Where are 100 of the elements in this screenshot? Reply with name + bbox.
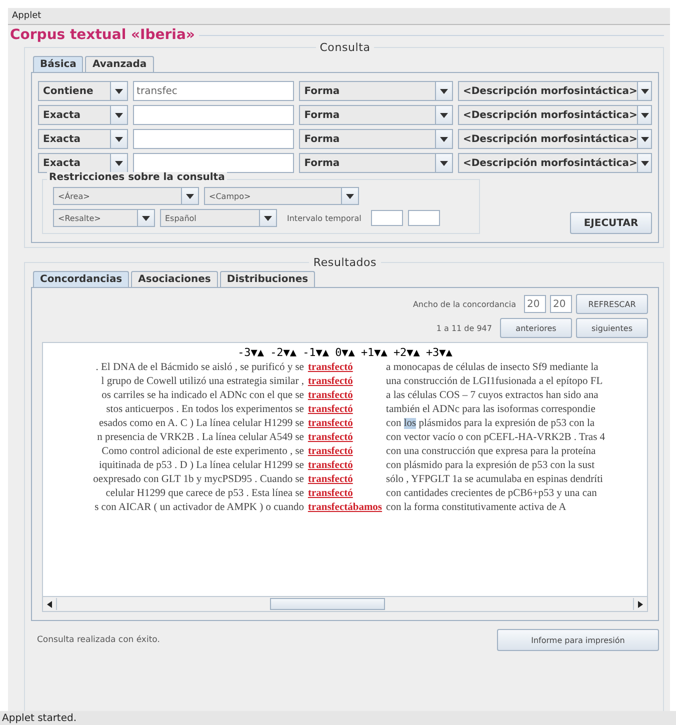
right-context: a las células COS – 7 cuyos extractos han sido ana (386, 390, 600, 401)
next-button[interactable]: siguientes (576, 318, 648, 338)
left-context: n presencia de VRK2B . La línea celular A549 se (97, 432, 304, 443)
caret-icon (640, 136, 649, 142)
keyword-link[interactable]: transfectó (308, 390, 382, 401)
dropdown[interactable]: <Resalte> (53, 209, 155, 227)
input-field[interactable]: 20 (524, 295, 546, 313)
left-context: iquitinada de p53 . D ) La línea celular H1299 se (98, 460, 304, 471)
left-context: oexpresado con GLT 1b y mycPSD95 . Cuando se (93, 474, 304, 485)
caret-icon (114, 112, 123, 118)
right-context: con los plásmidos para la expresión de p53 con la (386, 418, 596, 429)
report-button[interactable]: Informe para impresión (497, 629, 659, 651)
right-context: con vector vacío o con pCEFL-HA-VRK2B . Tras 4 (386, 432, 606, 443)
right-context: a monocapas de células de insecto Sf9 mediante la (386, 362, 600, 373)
caret-icon (440, 160, 448, 166)
left-context: s con AICAR ( un activador de AMPK ) o cuando (94, 502, 304, 513)
tab[interactable]: Distribuciones (220, 271, 316, 287)
right-context: una construcción de LGI1fusionada a el epítopo FL (386, 376, 604, 387)
input-field[interactable] (132, 105, 294, 125)
right-context: con plásmido para la expresión de p53 con la sust (386, 460, 596, 471)
keyword-link[interactable]: transfectó (308, 488, 382, 499)
caret-icon (114, 160, 123, 166)
status-message: Consulta realizada con éxito. (37, 635, 160, 645)
input-field[interactable] (371, 210, 404, 226)
caret-icon (114, 136, 123, 142)
keyword-link[interactable]: transfectó (308, 362, 382, 373)
right-context: también el ADNc para las isoformas correspondie (386, 404, 596, 415)
input-field[interactable] (132, 153, 294, 173)
dropdown[interactable]: <Descripción morfosintáctica> (458, 153, 652, 173)
keyword-link[interactable]: transfectábamos (308, 502, 382, 513)
dropdown[interactable]: Forma (299, 81, 453, 101)
caret-icon (440, 88, 448, 94)
caret-icon (264, 216, 272, 220)
sort-control[interactable]: 0▼▲ (335, 346, 355, 359)
tab[interactable]: Concordancias (33, 271, 130, 287)
right-context: con la forma constitutivamente activa de A (386, 502, 568, 513)
keyword-link[interactable]: transfectó (308, 404, 382, 415)
status-text: Applet started. (2, 712, 77, 724)
caret-icon (640, 160, 649, 166)
dropdown[interactable]: <Descripción morfosintáctica> (458, 129, 652, 149)
interval-label: Intervalo temporal (287, 214, 362, 222)
input-field[interactable] (408, 210, 440, 226)
keyword-link[interactable]: transfectó (308, 432, 382, 443)
dropdown[interactable]: Exacta (38, 129, 128, 149)
sort-control[interactable]: -3▼▲ (238, 346, 264, 359)
dropdown[interactable]: <Campo> (204, 187, 359, 205)
caret-icon (142, 216, 150, 220)
app-title: Corpus textual «Iberia» (10, 27, 195, 43)
sort-control[interactable]: +2▼▲ (393, 346, 420, 359)
right-context: sólo , YFPGLT 1a se acumulaba en espinas dendríti (386, 474, 604, 485)
input-field[interactable] (132, 129, 294, 149)
dropdown[interactable]: Forma (299, 105, 453, 125)
dropdown[interactable]: Exacta (38, 105, 128, 125)
dropdown[interactable]: Contiene (38, 81, 128, 101)
tab[interactable]: Asociaciones (131, 271, 218, 287)
left-context: l grupo de Cowell utilizó una estrategia similar , (101, 376, 304, 387)
refresh-button[interactable]: REFRESCAR (576, 294, 648, 314)
right-context: con cantidades crecientes de pCB6+p53 y una can (386, 488, 598, 499)
dropdown[interactable]: Exacta (38, 153, 128, 173)
sort-control[interactable]: +3▼▲ (426, 346, 452, 359)
keyword-link[interactable]: transfectó (308, 460, 382, 471)
run-button[interactable]: EJECUTAR (570, 212, 652, 234)
sort-control[interactable]: +1▼▲ (360, 346, 388, 359)
scrollbar[interactable] (43, 596, 647, 611)
tab[interactable]: Avanzada (85, 56, 154, 72)
input-field[interactable]: transfec (132, 81, 294, 101)
tab[interactable]: Básica (33, 56, 84, 72)
section-title: Consulta (316, 41, 374, 54)
right-arrow-icon (638, 600, 643, 608)
caret-icon (640, 88, 649, 94)
menu-item[interactable]: Applet (12, 11, 42, 21)
left-context: celular H1299 que carece de p53 . Esta línea se (106, 488, 304, 499)
left-context: os carriles se ha indicado el ADNc con el que se (102, 390, 304, 401)
input-field[interactable]: 20 (550, 295, 572, 313)
keyword-link[interactable]: transfectó (308, 418, 382, 429)
caret-icon (640, 112, 649, 118)
sort-control[interactable]: -1▼▲ (302, 346, 330, 359)
caret-icon (440, 136, 448, 142)
caret-icon (440, 112, 448, 118)
dropdown[interactable]: <Descripción morfosintáctica> (458, 81, 652, 101)
keyword-link[interactable]: transfectó (308, 474, 382, 485)
sort-control[interactable]: -2▼▲ (270, 346, 297, 359)
previous-button[interactable]: anteriores (500, 318, 572, 338)
dropdown[interactable]: Español (160, 209, 277, 227)
dropdown[interactable]: <Descripción morfosintáctica> (458, 105, 652, 125)
left-context: . El DNA de el Bácmido se aisló , se purificó y se (96, 362, 304, 373)
dropdown[interactable]: Forma (299, 129, 453, 149)
caret-icon (114, 88, 123, 94)
keyword-link[interactable]: transfectó (308, 376, 382, 387)
result-count: 1 a 11 de 947 (436, 324, 492, 332)
section-title: Restricciones sobre la consulta (47, 172, 227, 183)
keyword-link[interactable]: transfectó (308, 446, 382, 457)
left-arrow-icon (47, 600, 52, 608)
dropdown[interactable]: Forma (299, 153, 453, 173)
dropdown[interactable]: <Área> (53, 187, 199, 205)
left-context: Como control adicional de este experimento , se (102, 446, 304, 457)
left-context: stos anticuerpos . En todos los experimentos se (106, 404, 304, 415)
section-title: Resultados (309, 256, 381, 269)
right-context: con una construcción que expresa para la proteína (386, 446, 597, 457)
caret-icon (346, 194, 354, 198)
